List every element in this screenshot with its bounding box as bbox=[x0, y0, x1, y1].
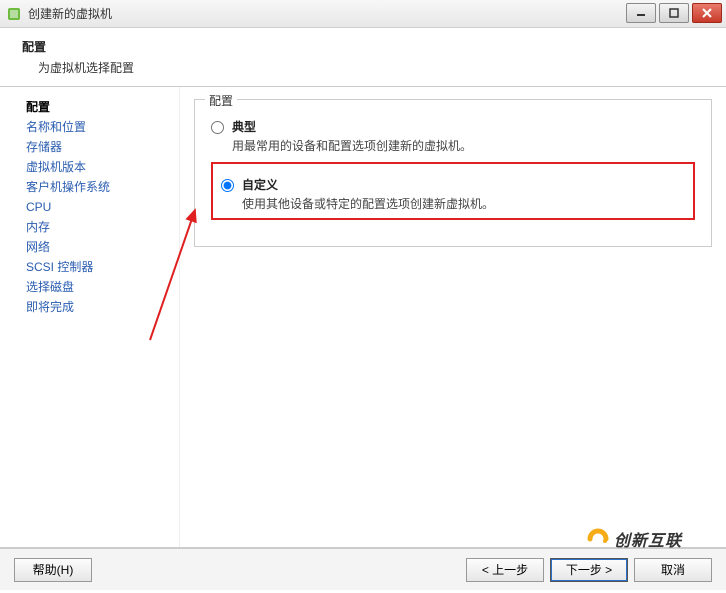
wizard-footer: 帮助(H) < 上一步 下一步 > 取消 bbox=[0, 548, 726, 590]
window-title: 创建新的虚拟机 bbox=[28, 5, 112, 22]
help-button[interactable]: 帮助(H) bbox=[14, 558, 92, 582]
window-controls bbox=[626, 3, 722, 23]
sidebar-item-10[interactable]: 即将完成 bbox=[26, 297, 171, 317]
sidebar-item-5[interactable]: CPU bbox=[26, 197, 171, 217]
app-icon bbox=[6, 6, 22, 22]
group-legend: 配置 bbox=[205, 92, 237, 109]
page-title: 配置 bbox=[22, 38, 710, 55]
sidebar-item-8[interactable]: SCSI 控制器 bbox=[26, 257, 171, 277]
page-header: 配置 为虚拟机选择配置 bbox=[0, 28, 726, 87]
main-area: 配置名称和位置存储器虚拟机版本客户机操作系统CPU内存网络SCSI 控制器选择磁… bbox=[0, 87, 726, 548]
sidebar-item-1[interactable]: 名称和位置 bbox=[26, 117, 171, 137]
maximize-button[interactable] bbox=[659, 3, 689, 23]
watermark-icon bbox=[586, 527, 610, 551]
radio-typical[interactable] bbox=[211, 121, 224, 134]
sidebar-item-3[interactable]: 虚拟机版本 bbox=[26, 157, 171, 177]
config-group: 配置 典型用最常用的设备和配置选项创建新的虚拟机。自定义使用其他设备或特定的配置… bbox=[194, 99, 712, 247]
sidebar-item-7[interactable]: 网络 bbox=[26, 237, 171, 257]
radio-row-custom[interactable]: 自定义使用其他设备或特定的配置选项创建新虚拟机。 bbox=[221, 176, 685, 212]
radio-block-custom: 自定义使用其他设备或特定的配置选项创建新虚拟机。 bbox=[211, 162, 695, 220]
sidebar-item-0[interactable]: 配置 bbox=[26, 97, 171, 117]
sidebar-item-6[interactable]: 内存 bbox=[26, 217, 171, 237]
radio-desc-typical: 用最常用的设备和配置选项创建新的虚拟机。 bbox=[232, 137, 472, 154]
page-subtitle: 为虚拟机选择配置 bbox=[38, 59, 710, 76]
minimize-button[interactable] bbox=[626, 3, 656, 23]
back-button[interactable]: < 上一步 bbox=[466, 558, 544, 582]
titlebar: 创建新的虚拟机 bbox=[0, 0, 726, 28]
radio-block-typical: 典型用最常用的设备和配置选项创建新的虚拟机。 bbox=[211, 118, 695, 154]
sidebar-item-2[interactable]: 存储器 bbox=[26, 137, 171, 157]
sidebar-item-4[interactable]: 客户机操作系统 bbox=[26, 177, 171, 197]
content-pane: 配置 典型用最常用的设备和配置选项创建新的虚拟机。自定义使用其他设备或特定的配置… bbox=[180, 87, 726, 547]
radio-content-typical: 典型用最常用的设备和配置选项创建新的虚拟机。 bbox=[232, 118, 472, 154]
radio-custom[interactable] bbox=[221, 179, 234, 192]
radio-row-typical[interactable]: 典型用最常用的设备和配置选项创建新的虚拟机。 bbox=[211, 118, 695, 154]
radio-label-custom: 自定义 bbox=[242, 176, 494, 193]
watermark-text: 创新互联 bbox=[614, 527, 682, 551]
cancel-button[interactable]: 取消 bbox=[634, 558, 712, 582]
watermark: 创新互联 bbox=[586, 527, 682, 551]
radio-label-typical: 典型 bbox=[232, 118, 472, 135]
radio-content-custom: 自定义使用其他设备或特定的配置选项创建新虚拟机。 bbox=[242, 176, 494, 212]
close-button[interactable] bbox=[692, 3, 722, 23]
radio-desc-custom: 使用其他设备或特定的配置选项创建新虚拟机。 bbox=[242, 195, 494, 212]
next-button[interactable]: 下一步 > bbox=[550, 558, 628, 582]
wizard-sidebar: 配置名称和位置存储器虚拟机版本客户机操作系统CPU内存网络SCSI 控制器选择磁… bbox=[0, 87, 180, 547]
sidebar-item-9[interactable]: 选择磁盘 bbox=[26, 277, 171, 297]
